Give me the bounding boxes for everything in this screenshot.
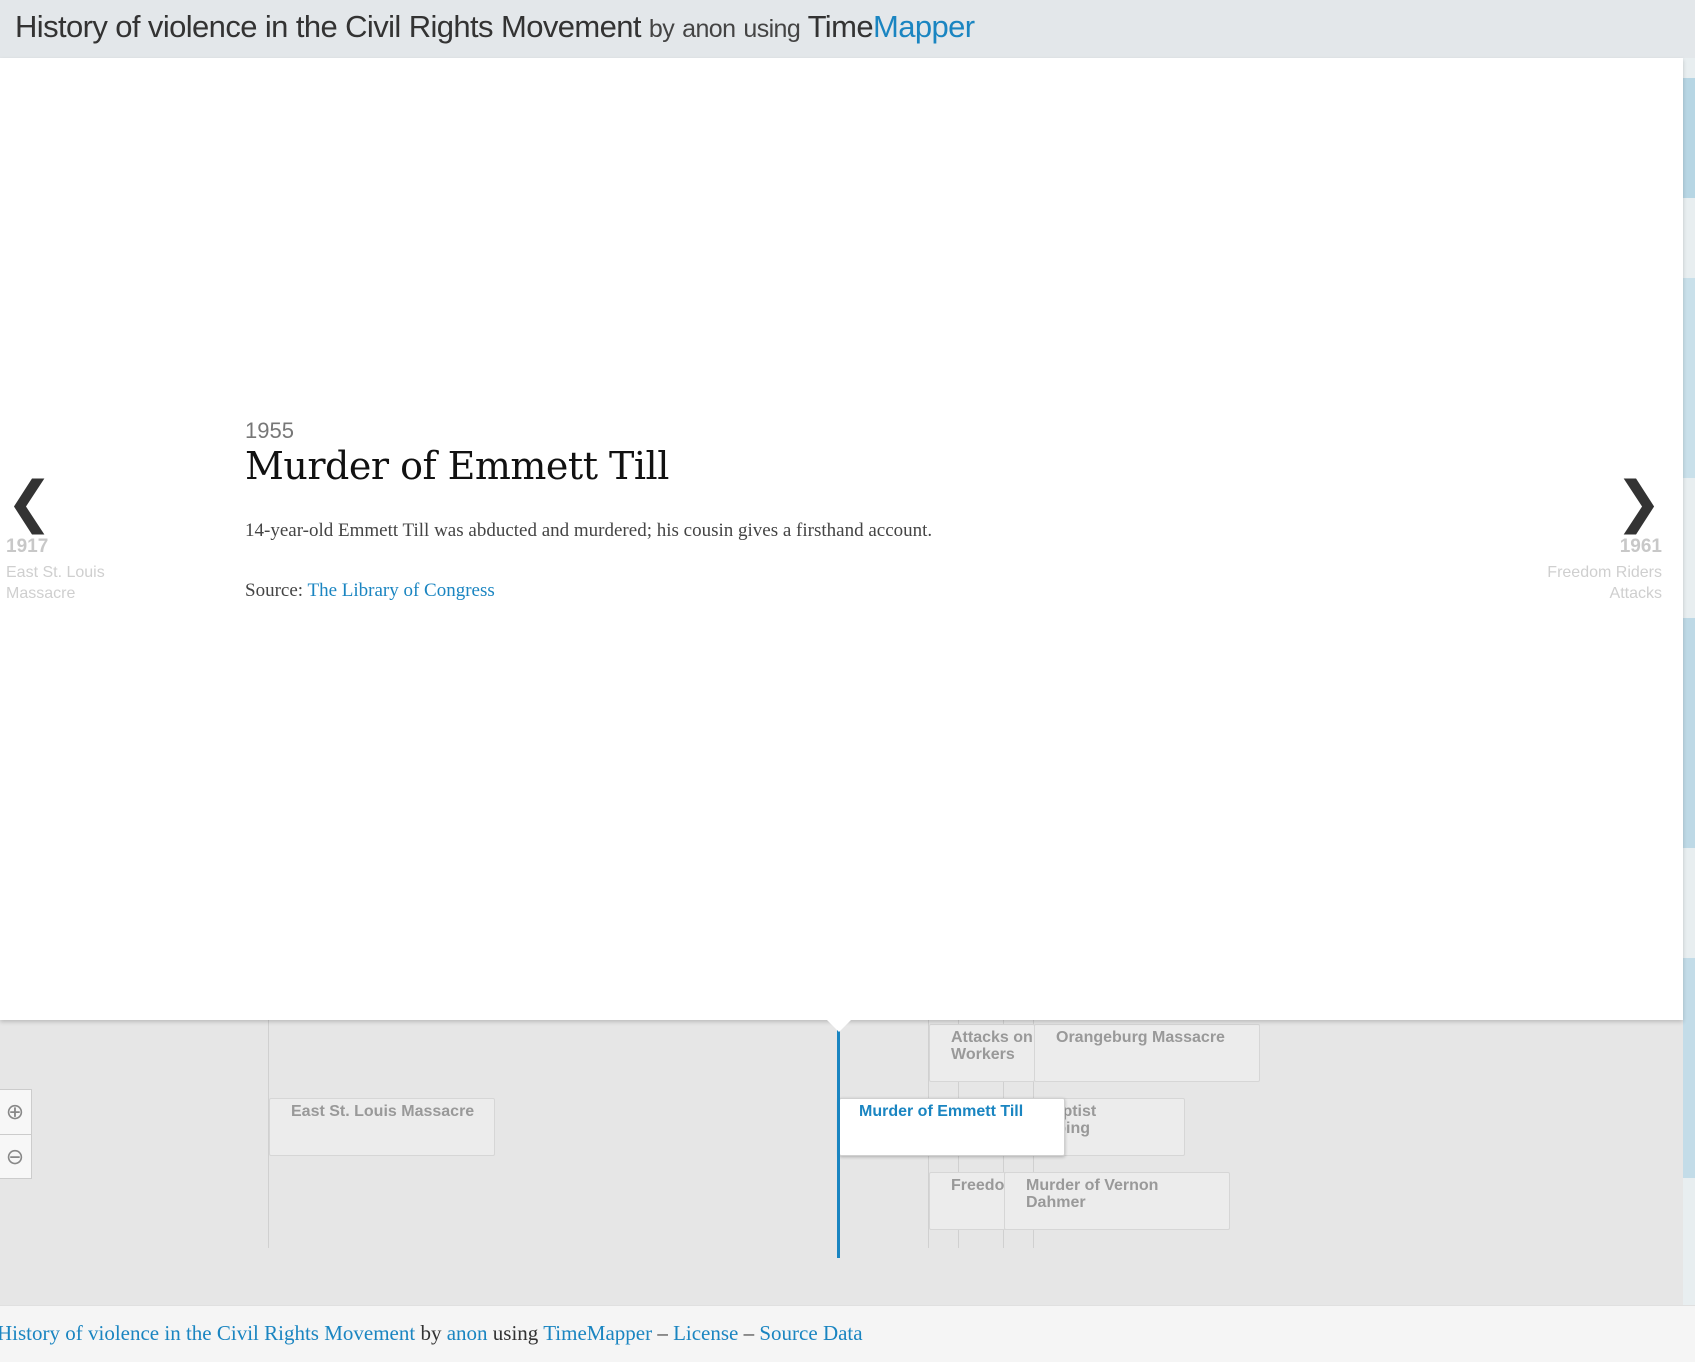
timeline-flag-orangeburg-massacre[interactable]: Orangeburg Massacre	[1034, 1024, 1260, 1082]
flag-label-line: Attacks on	[951, 1029, 1033, 1046]
event-slide: ❮ 1917 East St. Louis Massacre 1955 Murd…	[0, 58, 1683, 1020]
flag-label-line: Workers	[951, 1046, 1015, 1063]
event-description: 14-year-old Emmett Till was abducted and…	[245, 520, 933, 541]
timeline-flag-east-st-louis-massacre[interactable]: East St. Louis Massacre	[269, 1098, 495, 1156]
app-footer: History of violence in the Civil Rights …	[0, 1305, 1695, 1362]
flag-label-line: Orangeburg Massacre	[1056, 1029, 1225, 1046]
source-label: Source:	[245, 580, 304, 601]
header-title-line: History of violence in the Civil Rights …	[15, 8, 975, 48]
event-date: 1955	[245, 418, 294, 443]
story-title: History of violence in the Civil Rights …	[15, 9, 642, 44]
map-water	[1683, 618, 1695, 848]
footer-timemapper-link[interactable]: TimeMapper	[543, 1321, 652, 1345]
zoom-controls: ⊕ ⊖	[0, 1089, 32, 1179]
footer-by: by	[420, 1321, 442, 1345]
using-text: using	[743, 15, 801, 43]
footer-license-link[interactable]: License	[673, 1321, 738, 1345]
source-link[interactable]: The Library of Congress	[307, 580, 494, 601]
slide-pointer	[827, 1020, 851, 1032]
timeline-panel[interactable]: ⊕ ⊖ Attacks on Workers Orangeburg Massac…	[0, 1020, 1683, 1305]
map-water	[1683, 958, 1695, 1178]
next-event-year: 1961	[1619, 536, 1662, 557]
event-title: Murder of Emmett Till	[245, 444, 669, 488]
timeline-flag-murder-of-emmett-till[interactable]: Murder of Emmett Till	[839, 1098, 1065, 1156]
app-header: History of violence in the Civil Rights …	[0, 0, 1695, 59]
flag-label-line: Dahmer	[1026, 1194, 1086, 1211]
current-event-line	[837, 1030, 840, 1258]
brand-time: Time	[807, 9, 874, 44]
previous-event-title: East St. Louis Massacre	[6, 562, 146, 604]
by-text: by	[648, 15, 675, 43]
previous-event-year: 1917	[6, 536, 49, 557]
timeline-flag-attacks-on-workers[interactable]: Attacks on Workers	[929, 1024, 1035, 1082]
previous-event-title-line: Massacre	[6, 585, 76, 602]
event-source: Source: The Library of Congress	[245, 580, 495, 602]
author-link[interactable]: anon	[682, 15, 736, 43]
footer-using: using	[492, 1321, 539, 1345]
footer-author-link[interactable]: anon	[447, 1321, 488, 1345]
chevron-left-icon: ❮	[6, 470, 53, 535]
footer-source-data-link[interactable]: Source Data	[759, 1321, 862, 1345]
footer-title-link[interactable]: History of violence in the Civil Rights …	[0, 1321, 415, 1345]
next-event-title-line: Attacks	[1609, 585, 1662, 602]
brand-mapper: Mapper	[872, 9, 975, 44]
footer-line: History of violence in the Civil Rights …	[0, 1321, 863, 1346]
footer-separator: –	[657, 1321, 668, 1345]
next-event-title-line: Freedom Riders	[1547, 564, 1662, 581]
flag-label-line: Murder of Vernon	[1026, 1177, 1159, 1194]
footer-separator: –	[743, 1321, 755, 1345]
next-event-button[interactable]: ❯ 1961 Freedom Riders Attacks	[1540, 470, 1662, 604]
map-water	[1683, 278, 1695, 478]
flag-label-line: Murder of Emmett Till	[859, 1103, 1024, 1120]
chevron-right-icon: ❯	[1615, 470, 1662, 535]
zoom-out-icon[interactable]: ⊖	[0, 1135, 31, 1179]
previous-event-button[interactable]: ❮ 1917 East St. Louis Massacre	[6, 470, 146, 604]
timemapper-brand-link[interactable]: TimeMapper	[808, 9, 975, 44]
flag-label-line: East St. Louis Massacre	[291, 1103, 475, 1120]
next-event-title: Freedom Riders Attacks	[1540, 562, 1662, 604]
previous-event-title-line: East St. Louis	[6, 564, 105, 581]
timeline-flag-murder-of-vernon-dahmer[interactable]: Murder of Vernon Dahmer	[1004, 1172, 1230, 1230]
map-panel[interactable]	[1683, 58, 1695, 1308]
zoom-in-icon[interactable]: ⊕	[0, 1090, 31, 1135]
map-water	[1683, 78, 1695, 198]
